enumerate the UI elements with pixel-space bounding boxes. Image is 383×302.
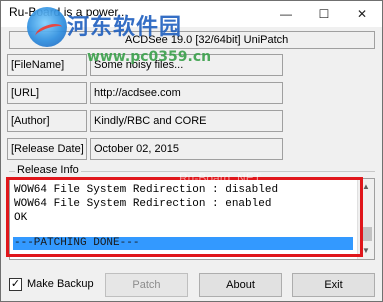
watermark-url: www.pc0359.cn bbox=[87, 49, 212, 65]
exit-button[interactable]: Exit bbox=[292, 273, 375, 297]
red-highlight-box bbox=[6, 177, 363, 257]
about-button[interactable]: About bbox=[199, 273, 282, 297]
release-date-value: October 02, 2015 bbox=[90, 138, 283, 160]
release-date-label: [Release Date] bbox=[7, 138, 87, 160]
make-backup-label[interactable]: Make Backup bbox=[27, 278, 94, 290]
ghost-watermark-text: Ru-Board .NET bbox=[179, 171, 262, 185]
patch-button[interactable]: Patch bbox=[105, 273, 188, 297]
patcher-window: Ru-Board is a power... — ☐ ✕ ACDSee 19.0… bbox=[0, 0, 383, 302]
filename-label: [FileName] bbox=[7, 54, 87, 76]
minimize-button[interactable]: — bbox=[267, 1, 305, 27]
author-label: [Author] bbox=[7, 110, 87, 132]
close-button[interactable]: ✕ bbox=[343, 1, 381, 27]
watermark-logo-icon bbox=[27, 7, 67, 47]
maximize-button[interactable]: ☐ bbox=[305, 1, 343, 27]
release-info-label: Release Info bbox=[15, 164, 81, 176]
checkbox-check-icon[interactable]: ✓ bbox=[9, 278, 22, 291]
author-value: Kindly/RBC and CORE bbox=[90, 110, 283, 132]
url-value[interactable]: http://acdsee.com bbox=[90, 82, 283, 104]
watermark-site-name: 河东软件园 bbox=[67, 15, 183, 40]
url-label: [URL] bbox=[7, 82, 87, 104]
